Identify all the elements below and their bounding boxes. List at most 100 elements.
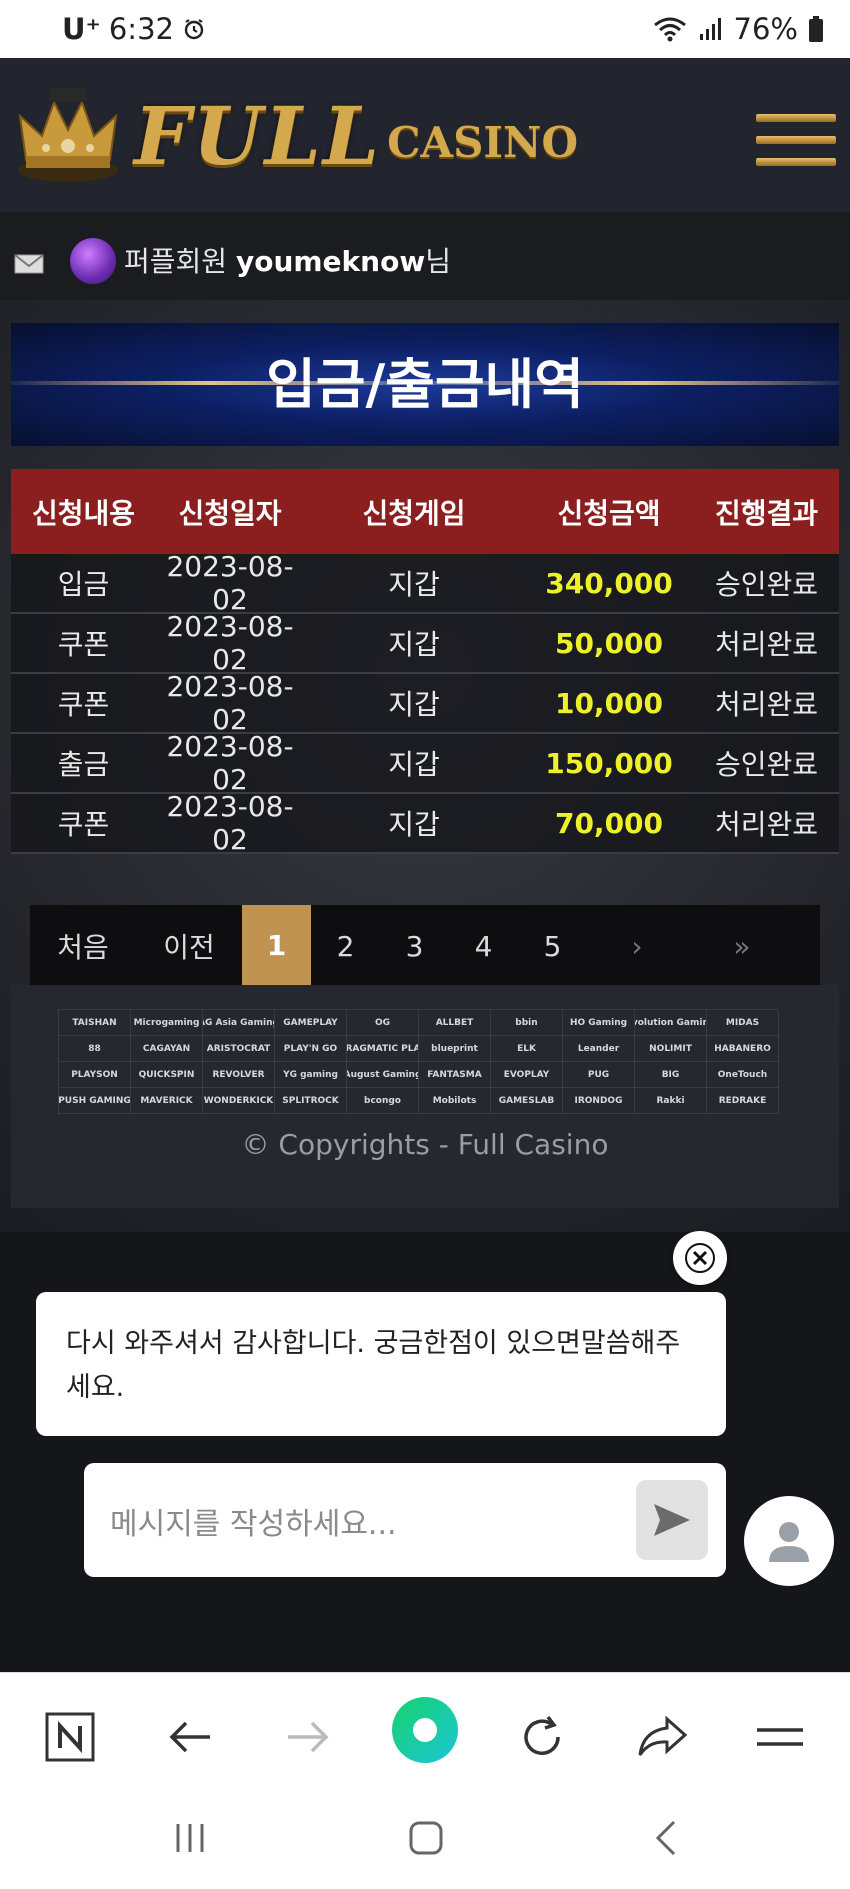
chat-close-button[interactable] [673,1231,727,1285]
provider-logo: QUICKSPIN [131,1062,203,1088]
provider-logo: GAMEPLAY [275,1010,347,1036]
pagination-next[interactable]: › [587,930,687,963]
provider-logo: PLAYSON [59,1062,131,1088]
game-provider-logos: TAISHANMicrogamingAG Asia GamingGAMEPLAY… [58,1009,779,1115]
provider-logo: PUG [563,1062,635,1088]
provider-logo: FANTASMA [419,1062,491,1088]
provider-logo: bcongo [347,1088,419,1114]
pagination: 처음 이전 1 2 3 4 5 › » [30,905,820,987]
forward-button[interactable] [280,1709,336,1765]
system-navigation-bar [0,1796,850,1889]
alarm-icon [184,19,204,40]
provider-logo: WONDERKICK [203,1088,275,1114]
cell-type: 출금 [57,748,110,781]
arrow-left-icon [169,1721,210,1753]
provider-logo: HABANERO [707,1036,779,1062]
provider-logo: GAMESLAB [491,1088,563,1114]
user-avatar [70,238,116,284]
pagination-page-2[interactable]: 2 [311,930,380,963]
provider-logo: REDRAKE [707,1088,779,1114]
cell-result: 처리완료 [714,688,819,721]
provider-logo: SPLITROCK [275,1088,347,1114]
cell-result: 승인완료 [714,748,819,781]
cell-result: 처리완료 [714,808,819,841]
clock: 6:32 [108,12,174,46]
provider-logo: EVOPLAY [491,1062,563,1088]
hamburger-line [756,114,836,122]
site-header: FULL CASINO [0,58,850,212]
username-suffix: 님 [425,245,451,278]
battery-percent: 76% [733,12,798,46]
browser-menu-button[interactable] [752,1709,808,1765]
table-row: 쿠폰 2023-08-02 지갑 10,000 처리완료 [11,670,839,736]
pagination-prev[interactable]: 이전 [136,926,242,966]
chat-agent-avatar[interactable] [744,1496,834,1586]
cell-type: 쿠폰 [57,688,110,721]
pagination-first[interactable]: 처음 [30,926,136,966]
provider-logo: PRAGMATIC PLAY [347,1036,419,1062]
browser-toolbar [0,1672,850,1796]
reload-icon [524,1715,560,1755]
home-icon[interactable] [408,1820,444,1856]
cell-type: 쿠폰 [57,628,110,661]
green-dot-icon [392,1697,458,1763]
back-button[interactable] [162,1709,218,1765]
table-header: 신청내용 신청일자 신청게임 신청금액 진행결과 [11,469,839,554]
chat-input-box[interactable]: 메시지를 작성하세요... [84,1463,726,1577]
menu-hamburger-button[interactable] [756,114,836,172]
cell-date: 2023-08-02 [166,730,294,796]
pagination-page-5[interactable]: 5 [518,930,587,963]
provider-logo: Microgaming [131,1010,203,1036]
hamburger-line [756,158,836,166]
table-row: 쿠폰 2023-08-02 지갑 50,000 처리완료 [11,610,839,676]
provider-logo: OneTouch [707,1062,779,1088]
hamburger-line [756,136,836,144]
naver-home-button[interactable] [42,1709,98,1765]
chat-send-button[interactable] [636,1480,708,1560]
logo-text-full: FULL [134,89,382,183]
signal-icon [699,18,721,40]
green-dot-button[interactable] [390,1695,460,1765]
provider-logo: HO Gaming [563,1010,635,1036]
reload-button[interactable] [514,1709,570,1765]
pagination-page-4[interactable]: 4 [449,930,518,963]
site-logo[interactable]: FULL CASINO [12,86,578,186]
col-header-type: 신청내용 [31,496,136,530]
username: youmeknow [235,245,426,278]
user-greeting: 퍼플회원 youmeknow님 [124,240,451,280]
col-header-amount: 신청금액 [557,496,661,530]
cell-amount: 50,000 [554,626,664,660]
share-button[interactable] [634,1709,690,1765]
cell-type: 쿠폰 [57,808,110,841]
provider-logo: PLAY'N GO [275,1036,347,1062]
recent-apps-icon[interactable] [172,1820,208,1856]
provider-logo: MAVERICK [131,1088,203,1114]
provider-logo: AG Asia Gaming [203,1010,275,1036]
send-icon [654,1504,690,1536]
pagination-page-3[interactable]: 3 [380,930,449,963]
provider-logo: MIDAS [707,1010,779,1036]
pagination-page-1[interactable]: 1 [242,905,311,987]
mail-icon[interactable] [14,254,44,274]
provider-logo: 88 [59,1036,131,1062]
cell-amount: 10,000 [554,686,664,720]
person-icon [769,1522,809,1562]
back-nav-icon[interactable] [652,1820,682,1856]
cell-game: 지갑 [388,688,440,721]
provider-logo: ARISTOCRAT [203,1036,275,1062]
page-title: 입금/출금내역 [266,353,584,416]
cell-type: 입금 [57,568,110,601]
cell-amount: 150,000 [545,746,673,780]
chat-input-placeholder[interactable]: 메시지를 작성하세요... [110,1499,397,1543]
provider-logo: BIG [635,1062,707,1088]
provider-logo: YG gaming [275,1062,347,1088]
member-grade: 퍼플회원 [124,245,228,278]
provider-logo: bbin [491,1010,563,1036]
close-icon [685,1243,715,1273]
provider-logo: PUSH GAMING [59,1088,131,1114]
pagination-last[interactable]: » [687,930,797,963]
provider-logo: Evolution Gaming [635,1010,707,1036]
table-row: 쿠폰 2023-08-02 지갑 70,000 처리완료 [11,790,839,856]
provider-logo: TAISHAN [59,1010,131,1036]
arrow-right-icon [288,1721,329,1753]
